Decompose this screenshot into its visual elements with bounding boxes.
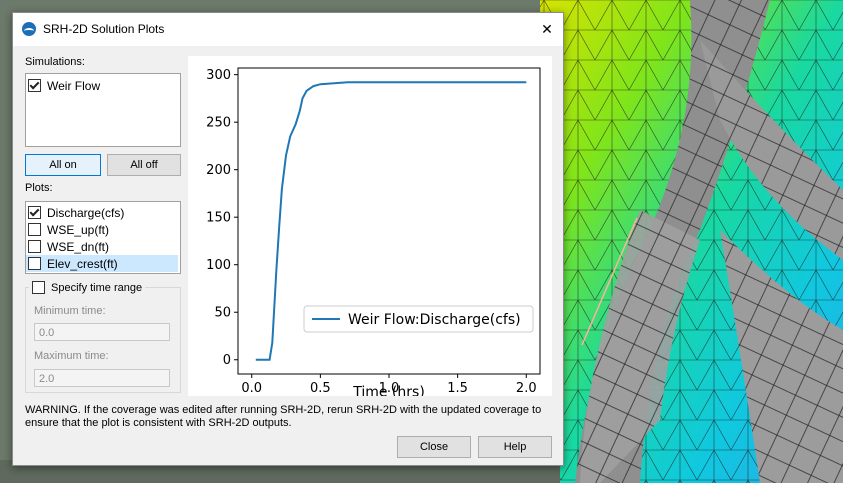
all-off-button[interactable]: All off [107, 154, 181, 176]
x-tick-label: 1.5 [447, 381, 468, 396]
x-tick-label: 0.0 [241, 381, 262, 396]
title-bar: SRH-2D Solution Plots ✕ [13, 13, 563, 46]
specify-time-range-toggle[interactable]: Specify time range [29, 279, 146, 296]
plot-item-wse-dn[interactable]: WSE_dn(ft) [28, 238, 178, 255]
plot-item-elev-crest[interactable]: Elev_crest(ft) [26, 255, 178, 272]
help-button[interactable]: Help [478, 436, 552, 458]
plot-item-label: Discharge(cfs) [47, 205, 125, 220]
y-tick-label: 100 [206, 258, 231, 273]
srh2d-solution-plots-dialog: SRH-2D Solution Plots ✕ Simulations: Wei… [12, 12, 564, 466]
legend-label: Weir Flow:Discharge(cfs) [348, 312, 521, 328]
discharge-chart: 0.0 0.5 1.0 1.5 2.0050100150200250300 Time (… [206, 67, 541, 400]
y-tick-label: 50 [214, 306, 231, 321]
maximum-time-input[interactable]: 2.0 [34, 369, 170, 387]
plot-checkbox[interactable] [28, 223, 41, 236]
plot-item-label: Elev_crest(ft) [47, 256, 118, 271]
dialog-title: SRH-2D Solution Plots [43, 22, 165, 36]
close-icon[interactable]: ✕ [531, 13, 563, 46]
plot-item-discharge[interactable]: Discharge(cfs) [28, 204, 178, 221]
plots-list[interactable]: Discharge(cfs) WSE_up(ft) WSE_dn(ft) Ele… [25, 201, 181, 274]
specify-time-range-label: Specify time range [51, 281, 143, 294]
y-tick-label: 300 [206, 68, 231, 83]
plot-item-label: WSE_up(ft) [47, 222, 110, 237]
plot-item-label: WSE_dn(ft) [47, 239, 110, 254]
plots-label: Plots: [25, 182, 53, 194]
all-on-button[interactable]: All on [25, 154, 101, 176]
close-button[interactable]: Close [397, 436, 471, 458]
simulation-item-weir-flow[interactable]: Weir Flow [28, 77, 100, 94]
legend: Weir Flow:Discharge(cfs) [303, 305, 534, 333]
y-tick-label: 0 [223, 353, 231, 368]
plot-panel: 0.0 0.5 1.0 1.5 2.0 0 50 100 150 200 250 300 Time (… [188, 56, 552, 400]
plot-item-wse-up[interactable]: WSE_up(ft) [28, 221, 178, 238]
y-tick-label: 200 [206, 163, 231, 178]
y-tick-label: 150 [206, 211, 231, 226]
x-tick-label: 2.0 [516, 381, 537, 396]
plot-checkbox[interactable] [28, 257, 41, 270]
minimum-time-label: Minimum time: [34, 305, 106, 317]
maximum-time-label: Maximum time: [34, 350, 109, 362]
plot-checkbox[interactable] [28, 206, 41, 219]
warning-text: WARNING. If the coverage was edited afte… [25, 404, 542, 429]
simulation-item-label: Weir Flow [47, 78, 101, 93]
x-tick-label: 0.5 [310, 381, 331, 396]
x-axis-label: Time (hrs) [352, 384, 425, 396]
minimum-time-input[interactable]: 0.0 [34, 323, 170, 341]
y-tick-label: 250 [206, 116, 231, 131]
simulations-list[interactable]: Weir Flow [25, 73, 181, 147]
simulations-label: Simulations: [25, 56, 85, 68]
specify-time-range-checkbox[interactable] [32, 281, 45, 294]
simulation-checkbox[interactable] [28, 79, 41, 92]
srh2d-app-icon [22, 22, 36, 36]
plot-checkbox[interactable] [28, 240, 41, 253]
